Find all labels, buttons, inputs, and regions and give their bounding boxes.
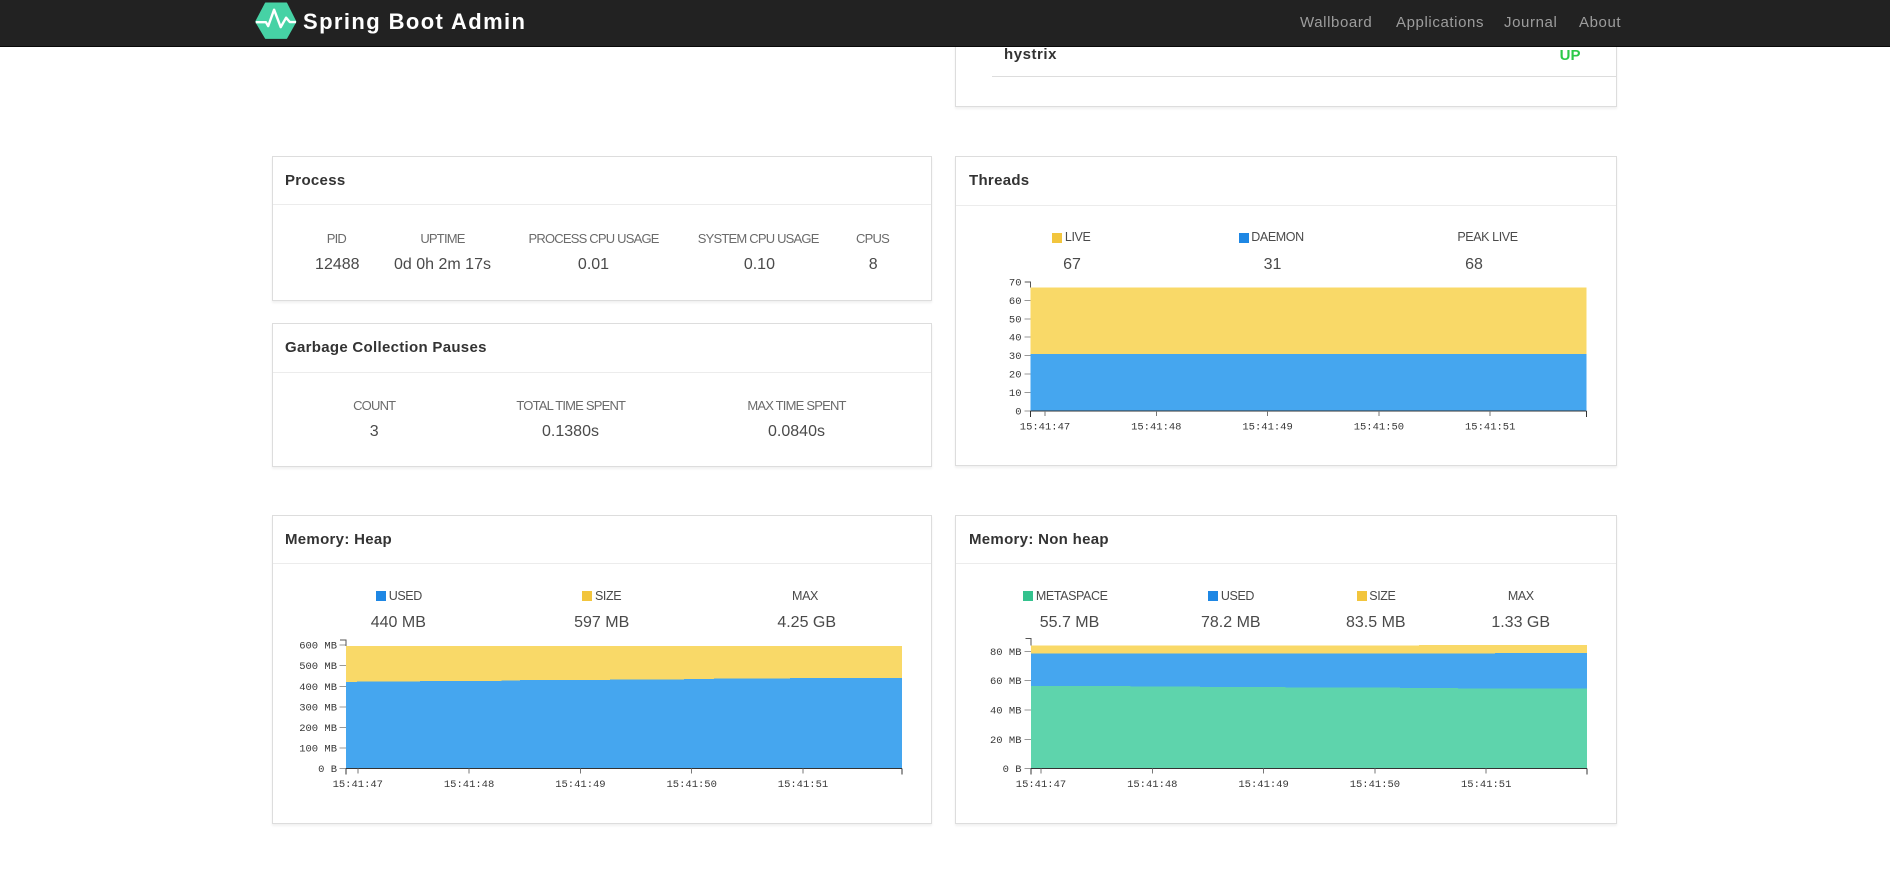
svg-text:40: 40	[1009, 333, 1022, 345]
svg-text:15:41:49: 15:41:49	[1238, 779, 1288, 791]
svg-text:15:41:51: 15:41:51	[1461, 779, 1511, 791]
svg-text:50: 50	[1009, 314, 1022, 326]
svg-text:0: 0	[1015, 407, 1021, 419]
svg-text:20: 20	[1009, 370, 1022, 382]
svg-text:15:41:49: 15:41:49	[1242, 422, 1292, 434]
svg-text:300 MB: 300 MB	[299, 702, 337, 714]
svg-text:15:41:48: 15:41:48	[1131, 422, 1181, 434]
svg-text:60: 60	[1009, 296, 1022, 308]
svg-text:15:41:48: 15:41:48	[444, 779, 494, 791]
svg-text:40 MB: 40 MB	[990, 706, 1022, 718]
svg-text:0 B: 0 B	[318, 764, 337, 776]
svg-text:100 MB: 100 MB	[299, 744, 337, 756]
svg-text:30: 30	[1009, 351, 1022, 363]
svg-text:15:41:49: 15:41:49	[555, 779, 605, 791]
svg-text:600 MB: 600 MB	[299, 641, 337, 653]
svg-text:70: 70	[1009, 277, 1022, 289]
svg-text:80 MB: 80 MB	[990, 647, 1022, 659]
svg-text:15:41:50: 15:41:50	[666, 779, 716, 791]
svg-text:15:41:51: 15:41:51	[1465, 422, 1515, 434]
svg-text:60 MB: 60 MB	[990, 676, 1022, 688]
svg-text:0 B: 0 B	[1003, 764, 1022, 776]
svg-text:200 MB: 200 MB	[299, 723, 337, 735]
svg-text:15:41:50: 15:41:50	[1354, 422, 1404, 434]
svg-text:15:41:48: 15:41:48	[1127, 779, 1177, 791]
svg-text:500 MB: 500 MB	[299, 661, 337, 673]
svg-text:15:41:47: 15:41:47	[1016, 779, 1066, 791]
svg-text:15:41:50: 15:41:50	[1350, 779, 1400, 791]
svg-text:20 MB: 20 MB	[990, 735, 1022, 747]
svg-text:15:41:47: 15:41:47	[333, 779, 383, 791]
svg-text:10: 10	[1009, 388, 1022, 400]
svg-text:15:41:47: 15:41:47	[1020, 422, 1070, 434]
svg-text:400 MB: 400 MB	[299, 682, 337, 694]
svg-text:15:41:51: 15:41:51	[778, 779, 828, 791]
